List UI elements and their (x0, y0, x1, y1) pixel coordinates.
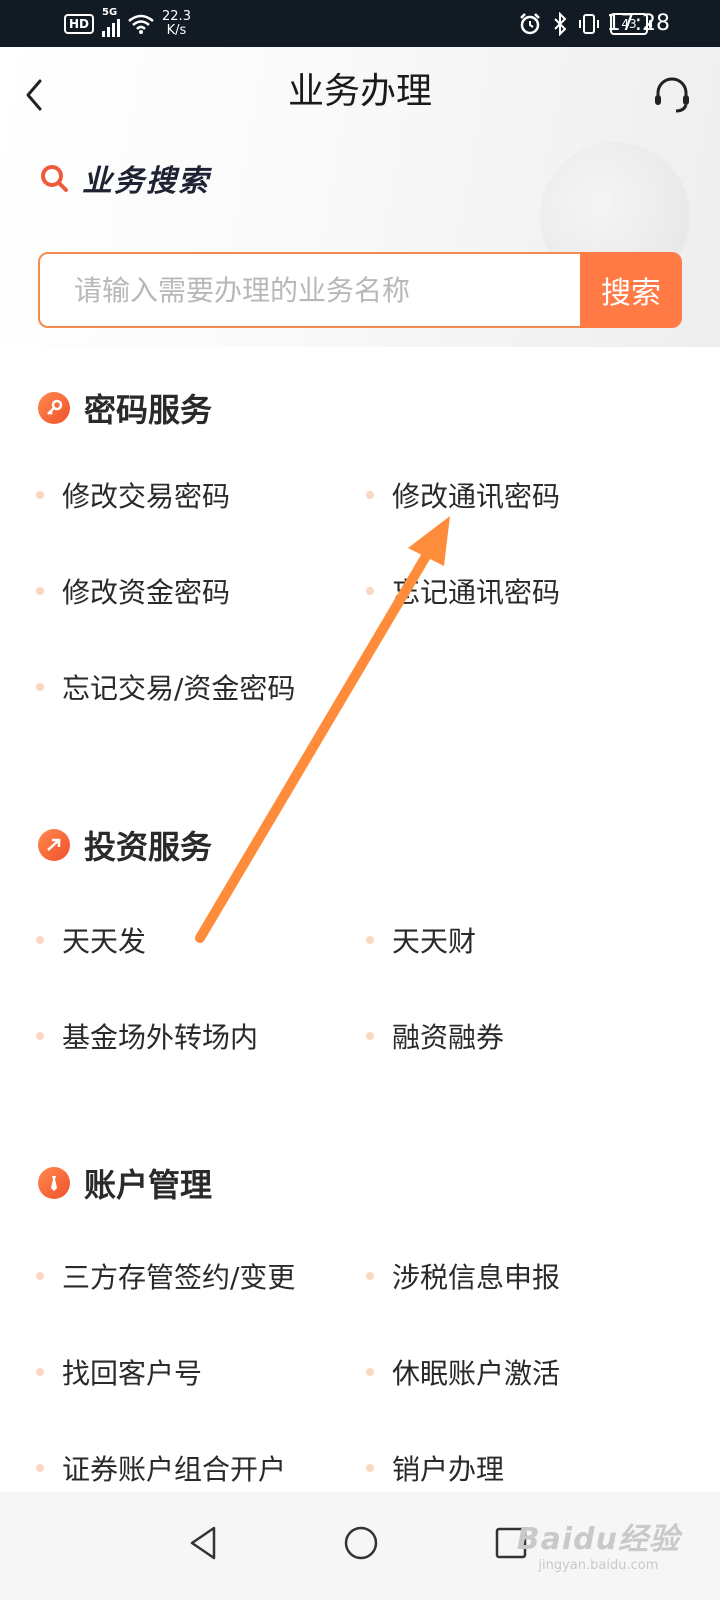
hd-badge: HD (64, 14, 95, 34)
nav-home-icon[interactable] (336, 1518, 386, 1568)
wifi-icon (128, 14, 154, 34)
list-item-change-trade-password[interactable]: 修改交易密码 (36, 473, 230, 517)
list-item-label: 证券账户组合开户 (62, 1453, 287, 1486)
system-nav-bar: Baidu经验 jingyan.baidu.com (0, 1492, 720, 1600)
baidu-watermark: Baidu经验 jingyan.baidu.com (517, 1514, 680, 1573)
bullet (36, 1368, 44, 1376)
list-item-label: 修改通讯密码 (392, 480, 561, 513)
list-item-tiantiancai[interactable]: 天天财 (366, 918, 476, 962)
section-header-password: 密码服务 (38, 385, 212, 431)
list-item-label: 销户办理 (392, 1453, 505, 1486)
customer-service-headset-icon[interactable] (650, 73, 694, 117)
search-box (38, 252, 582, 328)
list-item-tiantianfa[interactable]: 天天发 (36, 918, 146, 962)
list-item-retrieve-customer-id[interactable]: 找回客户号 (36, 1350, 202, 1394)
bullet (36, 491, 44, 499)
bullet (366, 587, 374, 595)
list-item-label: 天天发 (62, 925, 147, 958)
status-bar: HD 5G 22.3 K/s 43 17:28 (0, 0, 720, 47)
bullet (366, 491, 374, 499)
bullet (36, 1272, 44, 1280)
bullet (36, 936, 44, 944)
list-item-label: 忘记通讯密码 (392, 576, 561, 609)
list-item-forgot-comm-password[interactable]: 忘记通讯密码 (366, 569, 560, 613)
list-item-label: 天天财 (392, 925, 477, 958)
section-header-investment: 投资服务 (38, 822, 212, 868)
list-item-label: 休眠账户激活 (392, 1357, 561, 1390)
list-item-margin-trading[interactable]: 融资融券 (366, 1014, 504, 1058)
vibrate-icon (579, 14, 599, 34)
list-item-label: 忘记交易/资金密码 (62, 672, 296, 705)
list-item-label: 基金场外转场内 (62, 1021, 259, 1054)
bullet (36, 1032, 44, 1040)
watermark-sub: jingyan.baidu.com (538, 1558, 659, 1573)
bullet (366, 1368, 374, 1376)
bullet (366, 1464, 374, 1472)
watermark-main: Baidu经验 (516, 1522, 680, 1557)
section-title: 密码服务 (84, 391, 213, 429)
tie-icon (38, 1167, 70, 1199)
list-item-label: 三方存管签约/变更 (62, 1261, 296, 1294)
section-title: 投资服务 (84, 828, 213, 866)
status-left: HD 5G 22.3 K/s (64, 7, 191, 40)
speed-value: 22.3 (162, 9, 191, 24)
trend-up-icon (38, 829, 70, 861)
bullet (366, 1032, 374, 1040)
bullet (366, 1272, 374, 1280)
speed-unit: K/s (166, 23, 187, 38)
nav-back-icon[interactable] (180, 1518, 230, 1568)
alarm-icon (520, 13, 540, 35)
bullet (36, 1464, 44, 1472)
section-title: 账户管理 (84, 1166, 213, 1204)
signal-icon: 5G (102, 7, 121, 37)
list-item-fund-transfer[interactable]: 基金场外转场内 (36, 1014, 258, 1058)
list-item-combined-account-opening[interactable]: 证券账户组合开户 (36, 1446, 286, 1490)
search-icon (41, 165, 68, 192)
page-title: 业务办理 (287, 71, 432, 112)
bullet (366, 936, 374, 944)
search-heading: 业务搜索 (38, 158, 210, 199)
list-item-label: 涉税信息申报 (392, 1261, 561, 1294)
network-type: 5G (102, 7, 118, 18)
network-speed: 22.3 K/s (162, 10, 191, 38)
key-icon (38, 392, 70, 424)
list-item-label: 修改资金密码 (62, 576, 231, 609)
list-item-close-account[interactable]: 销户办理 (366, 1446, 504, 1490)
list-item-custody-signing[interactable]: 三方存管签约/变更 (36, 1254, 295, 1298)
bullet (36, 587, 44, 595)
bullet (36, 683, 44, 691)
list-item-label: 融资融券 (392, 1021, 505, 1054)
list-item-change-fund-password[interactable]: 修改资金密码 (36, 569, 230, 613)
list-item-label: 修改交易密码 (62, 480, 231, 513)
search-input[interactable] (40, 254, 580, 326)
list-item-label: 找回客户号 (62, 1357, 203, 1390)
section-header-account: 账户管理 (38, 1160, 212, 1206)
search-heading-label: 业务搜索 (82, 164, 210, 199)
list-item-dormant-activation[interactable]: 休眠账户激活 (366, 1350, 560, 1394)
bluetooth-icon (554, 12, 567, 36)
list-item-change-comm-password[interactable]: 修改通讯密码 (366, 473, 560, 517)
search-button[interactable]: 搜索 (580, 252, 682, 328)
list-item-tax-declaration[interactable]: 涉税信息申报 (366, 1254, 560, 1298)
status-time: 17:28 (606, 11, 670, 36)
list-item-forgot-trade-fund-password[interactable]: 忘记交易/资金密码 (36, 665, 295, 709)
